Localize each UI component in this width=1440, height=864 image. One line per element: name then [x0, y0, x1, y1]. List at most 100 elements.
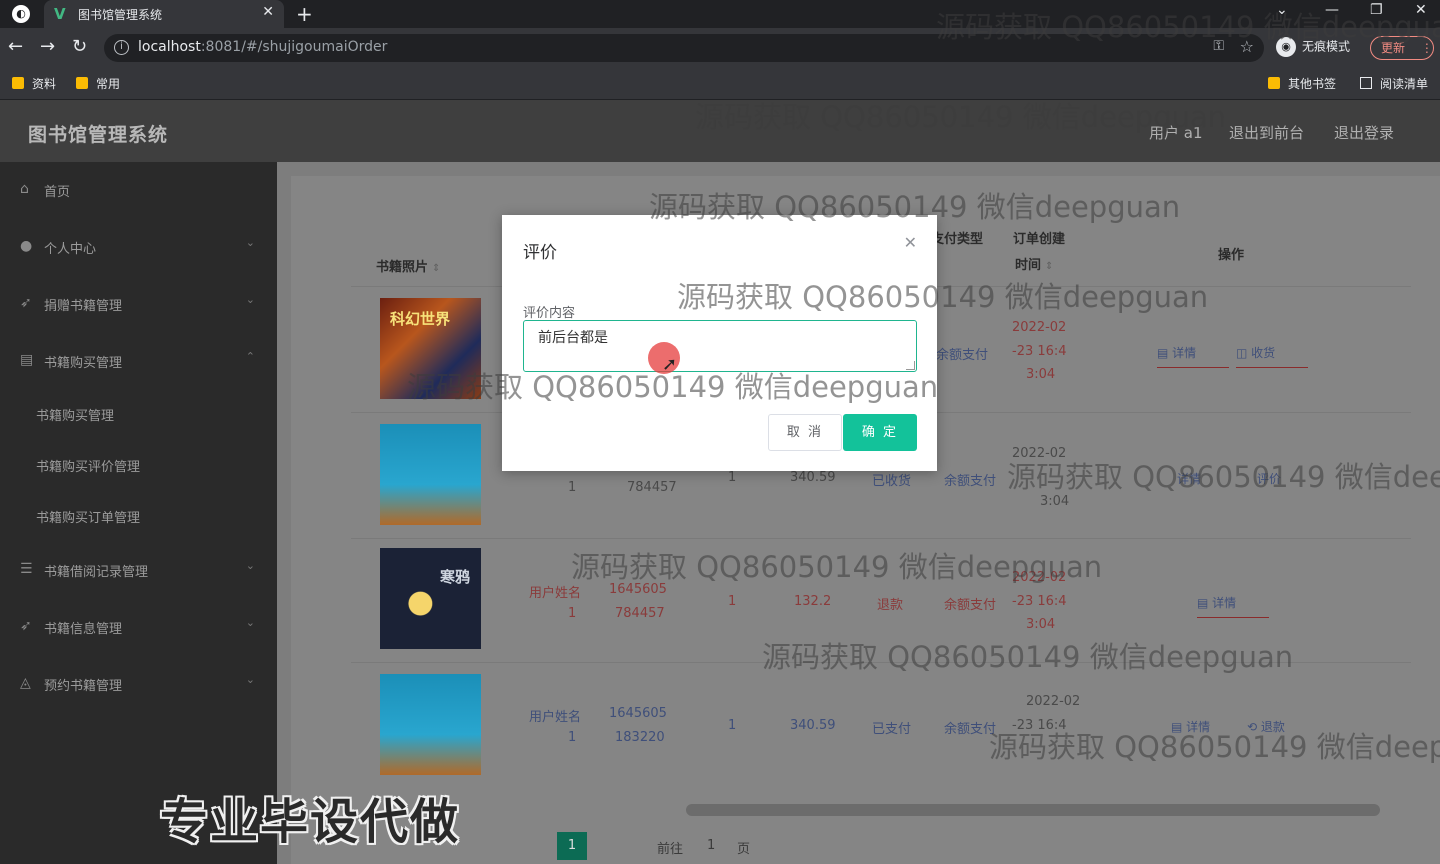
cell-price: 340.59 — [790, 470, 836, 485]
th-pay-type[interactable]: 支付类型 — [931, 228, 983, 247]
pagination-page-suffix: 页 — [737, 842, 751, 857]
cell-account: 1645605 — [609, 582, 667, 597]
cell-status: 已支付 — [872, 722, 912, 737]
sidebar-sub-purchase-orders[interactable]: 书籍购买订单管理 — [36, 507, 140, 526]
reading-list[interactable]: 阅读清单 — [1360, 75, 1428, 92]
detail-button[interactable]: ▤ 详情 — [1157, 344, 1229, 368]
cell-account: 784457 — [615, 606, 665, 621]
chevron-down-icon: ⌄ — [245, 293, 255, 306]
bell-icon: ◬ — [20, 675, 31, 691]
address-bar: ← → ↻ i localhost:8081/#/shujigoumaiOrde… — [0, 28, 1440, 68]
list-icon: ☰ — [20, 561, 33, 577]
cell-date: 3:04 — [1026, 367, 1056, 382]
cell-date: -23 16:4 — [1012, 718, 1067, 733]
book-cover-image — [380, 424, 481, 525]
textarea-resize-handle[interactable] — [906, 361, 915, 370]
th-created-1[interactable]: 订单创建 — [1013, 228, 1065, 247]
close-icon[interactable]: ✕ — [904, 233, 917, 252]
send-icon: ➶ — [20, 295, 32, 311]
sort-icon[interactable]: ⇕ — [432, 263, 440, 274]
incognito-indicator[interactable]: ◉ 无痕模式 — [1276, 37, 1350, 57]
home-icon: ⌂ — [20, 181, 29, 197]
minimize-icon[interactable]: — — [1325, 2, 1339, 18]
sidebar-item-purchases[interactable]: ▤ 书籍购买管理 ⌃ — [0, 341, 277, 381]
table-row-divider — [351, 662, 1411, 663]
forward-icon[interactable]: → — [40, 36, 55, 57]
pagination-goto-label: 前往 — [657, 842, 684, 857]
bookmark-folder-common[interactable]: 常用 — [76, 75, 120, 92]
chevron-up-icon: ⌃ — [245, 350, 255, 363]
cell-date: -23 16:4 — [1012, 344, 1067, 359]
back-icon[interactable]: ← — [8, 36, 23, 57]
update-button[interactable]: 更新 ⋮ — [1370, 36, 1434, 60]
current-user: 用户 a1 — [1149, 124, 1203, 142]
browser-tab[interactable]: V 图书馆管理系统 ✕ — [44, 0, 284, 28]
mouse-cursor-icon: ➚ — [662, 354, 678, 375]
bookmark-folder-materials[interactable]: 资料 — [12, 75, 56, 92]
reload-icon[interactable]: ↻ — [72, 36, 87, 57]
folder-icon — [76, 77, 88, 89]
back-to-front-link[interactable]: 退出到前台 — [1229, 122, 1304, 143]
sidebar-item-reservations[interactable]: ◬ 预约书籍管理 ⌄ — [0, 664, 277, 704]
bookmarks-bar: 资料 常用 其他书签 阅读清单 — [0, 68, 1440, 100]
cell-pay-type: 余额支付 — [944, 722, 997, 737]
key-icon[interactable]: ⚿ — [1213, 38, 1224, 54]
chevron-down-icon: ⌄ — [245, 559, 255, 572]
refund-button[interactable]: ⟲ 退款 — [1247, 718, 1307, 741]
info-icon[interactable]: i — [114, 40, 129, 55]
tab-search-icon[interactable]: ⌄ — [1276, 2, 1288, 18]
detail-button[interactable]: ▤ 详情 — [1197, 594, 1269, 618]
dialog-title: 评价 — [523, 243, 557, 263]
incognito-icon: ◉ — [1276, 37, 1296, 57]
pagination-page-current[interactable]: 1 — [557, 832, 587, 860]
restore-icon[interactable]: ❐ — [1370, 2, 1383, 18]
table-horizontal-scrollbar[interactable] — [686, 804, 1380, 816]
cell-pay-type: 余额支付 — [944, 598, 997, 613]
th-created-2[interactable]: 时间 ⇕ — [1015, 254, 1053, 273]
chevron-down-icon: ⌄ — [245, 673, 255, 686]
cell-username: 1 — [568, 480, 577, 495]
star-icon[interactable]: ☆ — [1240, 37, 1254, 56]
cell-username-suffix: 1 — [568, 730, 577, 745]
th-ops: 操作 — [1218, 248, 1245, 263]
receive-button[interactable]: ◫ 收货 — [1236, 344, 1308, 368]
cancel-button[interactable]: 取 消 — [768, 414, 842, 451]
tab-close-icon[interactable]: ✕ — [262, 4, 274, 20]
pagination-goto-input[interactable]: 1 — [707, 838, 715, 853]
book-cover-image — [380, 674, 481, 775]
reading-list-icon — [1360, 77, 1372, 89]
review-button[interactable]: 评价 — [1257, 470, 1297, 493]
sidebar-sub-purchase-review[interactable]: 书籍购买评价管理 — [36, 456, 140, 475]
url-text: localhost:8081/#/shujigoumaiOrder — [138, 39, 388, 55]
sidebar-item-donations[interactable]: ➶ 捐赠书籍管理 ⌄ — [0, 284, 277, 324]
review-content-input[interactable]: 前后台都是 — [523, 320, 917, 372]
detail-button[interactable]: ▤ 详情 — [1171, 718, 1221, 741]
confirm-button[interactable]: 确 定 — [843, 414, 917, 451]
sidebar-item-home[interactable]: ⌂ 首页 — [0, 170, 277, 210]
app-header: 图书馆管理系统 用户 a1 退出到前台 退出登录 — [0, 100, 1440, 162]
th-cover[interactable]: 书籍照片 ⇕ — [376, 256, 440, 275]
cell-qty: 1 — [728, 594, 737, 609]
tab-title: 图书馆管理系统 — [78, 8, 163, 22]
new-tab-icon[interactable]: + — [296, 2, 313, 26]
cell-status: 退款 — [877, 598, 904, 613]
sidebar: ⌂ 首页 ● 个人中心 ⌄ ➶ 捐赠书籍管理 ⌄ ▤ 书籍购买管理 ⌃ 书籍购买… — [0, 162, 277, 864]
cell-pay-type: 余额支付 — [936, 348, 989, 363]
cell-price: 340.59 — [790, 718, 836, 733]
cell-date: 3:04 — [1040, 494, 1070, 509]
detail-button[interactable]: 详情 — [1177, 470, 1217, 493]
sidebar-sub-purchase-manage[interactable]: 书籍购买管理 — [36, 405, 114, 424]
other-bookmarks[interactable]: 其他书签 — [1268, 75, 1336, 92]
sidebar-item-profile[interactable]: ● 个人中心 ⌄ — [0, 227, 277, 267]
url-input[interactable]: i localhost:8081/#/shujigoumaiOrder ⚿ ☆ — [104, 34, 1264, 62]
sort-icon[interactable]: ⇕ — [1045, 261, 1053, 272]
logout-link[interactable]: 退出登录 — [1334, 122, 1394, 143]
close-window-icon[interactable]: ✕ — [1415, 2, 1427, 18]
send-icon: ➶ — [20, 618, 32, 634]
review-dialog: 评价 ✕ 评价内容 前后台都是 ➚ 取 消 确 定 — [502, 215, 937, 471]
sidebar-item-borrow-records[interactable]: ☰ 书籍借阅记录管理 ⌄ — [0, 550, 277, 590]
browser-profile-icon[interactable]: ◐ — [12, 5, 30, 23]
folder-icon — [1268, 77, 1280, 89]
sidebar-item-book-info[interactable]: ➶ 书籍信息管理 ⌄ — [0, 607, 277, 647]
cell-date: -23 16:4 — [1012, 594, 1067, 609]
